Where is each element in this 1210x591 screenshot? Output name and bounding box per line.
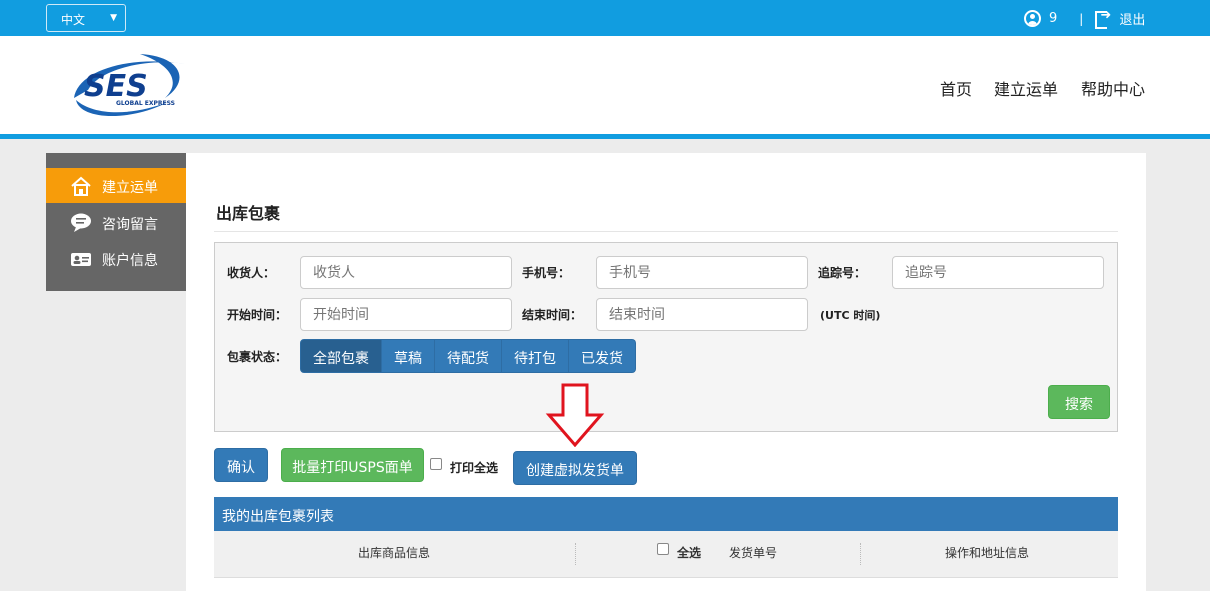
home-icon bbox=[71, 176, 91, 196]
status-button-group: 全部包裹 草稿 待配货 待打包 已发货 bbox=[300, 339, 636, 373]
title-divider bbox=[214, 231, 1118, 232]
id-card-icon bbox=[71, 253, 91, 266]
sidebar-item-label: 建立运单 bbox=[102, 180, 158, 196]
create-virtual-shipment-button[interactable]: 创建虚拟发货单 bbox=[513, 451, 637, 485]
chevron-down-icon: ▼ bbox=[110, 13, 117, 23]
receiver-input[interactable] bbox=[300, 256, 512, 289]
confirm-button[interactable]: 确认 bbox=[214, 448, 268, 482]
status-to-pack-button[interactable]: 待打包 bbox=[502, 339, 569, 373]
tracking-input[interactable] bbox=[892, 256, 1104, 289]
list-columns: 出库商品信息 全选 发货单号 操作和地址信息 bbox=[214, 531, 1118, 578]
column-divider bbox=[860, 543, 861, 565]
status-shipped-button[interactable]: 已发货 bbox=[569, 339, 636, 373]
sidebar-item-label: 咨询留言 bbox=[102, 217, 158, 233]
column-goods-info: 出库商品信息 bbox=[358, 546, 431, 560]
logo-text: SES bbox=[84, 69, 148, 104]
column-shipment-no: 发货单号 bbox=[729, 546, 778, 560]
user-icon[interactable] bbox=[1024, 10, 1041, 27]
end-time-label: 结束时间： bbox=[522, 308, 583, 322]
user-area: 9 | 退出 bbox=[1024, 8, 1145, 29]
phone-input[interactable] bbox=[596, 256, 808, 289]
status-label: 包裹状态： bbox=[227, 350, 288, 364]
sidebar-item-messages[interactable]: 咨询留言 bbox=[46, 205, 186, 240]
receiver-label: 收货人： bbox=[227, 266, 276, 280]
status-to-allocate-button[interactable]: 待配货 bbox=[435, 339, 502, 373]
start-time-label: 开始时间： bbox=[227, 308, 288, 322]
end-time-input[interactable] bbox=[596, 298, 808, 331]
select-all-label: 全选 bbox=[677, 546, 702, 560]
status-draft-button[interactable]: 草稿 bbox=[382, 339, 435, 373]
logout-link[interactable]: 退出 bbox=[1119, 9, 1145, 28]
separator: | bbox=[1079, 11, 1084, 26]
ses-logo[interactable]: SES GLOBAL EXPRESS bbox=[70, 50, 190, 125]
language-value: 中文 bbox=[61, 13, 86, 27]
search-button[interactable]: 搜索 bbox=[1048, 385, 1110, 419]
nav-create-waybill[interactable]: 建立运单 bbox=[994, 76, 1058, 100]
status-all-button[interactable]: 全部包裹 bbox=[300, 339, 382, 373]
sidebar-item-account[interactable]: 账户信息 bbox=[46, 241, 186, 276]
tracking-label: 追踪号： bbox=[818, 266, 867, 280]
sidebar-item-label: 账户信息 bbox=[102, 253, 158, 269]
utc-note: (UTC 时间) bbox=[820, 309, 881, 322]
user-count[interactable]: 9 bbox=[1049, 11, 1057, 26]
phone-label: 手机号： bbox=[522, 266, 571, 280]
start-time-input[interactable] bbox=[300, 298, 512, 331]
batch-print-usps-button[interactable]: 批量打印USPS面单 bbox=[281, 448, 424, 482]
sidebar-item-create-waybill[interactable]: 建立运单 bbox=[46, 168, 186, 203]
nav-home[interactable]: 首页 bbox=[940, 76, 972, 100]
page-title: 出库包裹 bbox=[216, 204, 281, 223]
select-all-checkbox[interactable] bbox=[657, 543, 669, 555]
nav-help-center[interactable]: 帮助中心 bbox=[1081, 76, 1145, 100]
header-divider bbox=[0, 134, 1210, 139]
print-all-checkbox[interactable] bbox=[430, 458, 442, 470]
header: SES GLOBAL EXPRESS 首页 建立运单 帮助中心 bbox=[0, 36, 1210, 134]
top-bar: 中文 ▼ 9 | 退出 bbox=[0, 0, 1210, 36]
arrow-down-icon bbox=[545, 383, 605, 447]
language-select[interactable]: 中文 ▼ bbox=[46, 4, 126, 32]
column-ops-address: 操作和地址信息 bbox=[945, 546, 1030, 560]
logout-icon[interactable] bbox=[1095, 8, 1111, 29]
sidebar: 建立运单 咨询留言 账户信息 bbox=[46, 153, 186, 291]
logo-subtext: GLOBAL EXPRESS bbox=[116, 100, 175, 107]
list-header: 我的出库包裹列表 bbox=[214, 497, 1118, 531]
print-all-label: 打印全选 bbox=[450, 461, 499, 475]
column-divider bbox=[575, 543, 576, 565]
comment-icon bbox=[71, 213, 91, 232]
